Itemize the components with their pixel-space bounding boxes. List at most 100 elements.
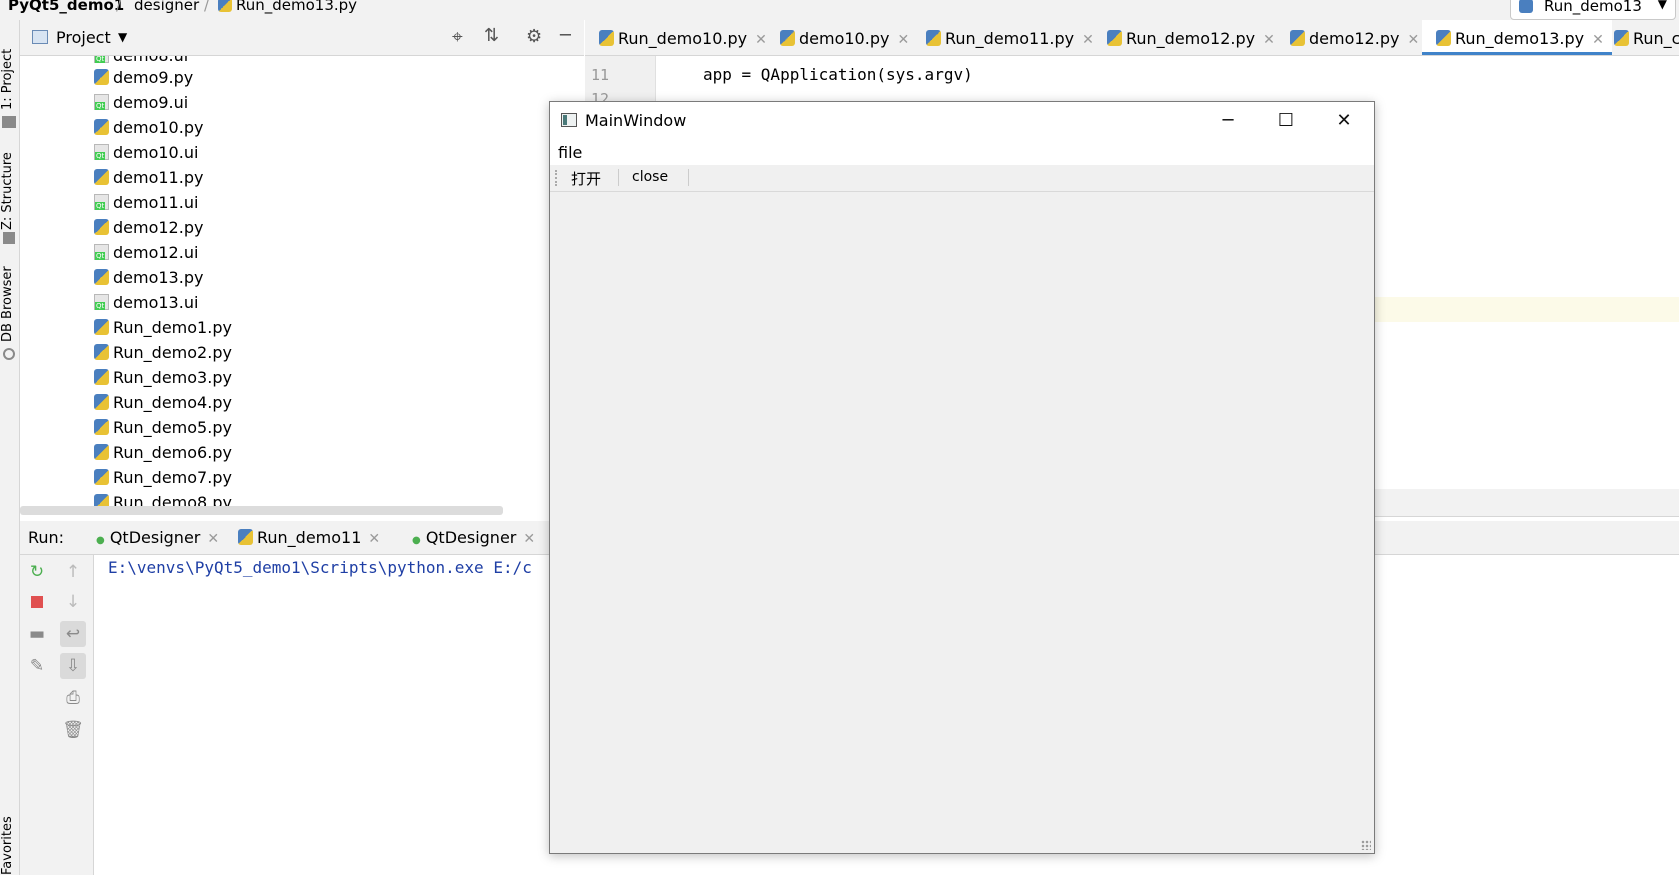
tool-window-project[interactable]: 1: Project bbox=[0, 49, 15, 110]
down-arrow-icon[interactable]: ↓ bbox=[60, 589, 86, 615]
soft-wrap-icon[interactable]: ↩ bbox=[60, 621, 86, 647]
qt-ui-file-icon bbox=[94, 144, 109, 160]
run-tab-qtdesigner[interactable]: ● QtDesigner ✕ bbox=[96, 528, 219, 547]
qt-ui-file-icon bbox=[94, 194, 109, 210]
python-file-icon bbox=[218, 0, 232, 12]
python-file-icon bbox=[1290, 30, 1305, 46]
locate-icon[interactable]: ⌖ bbox=[452, 26, 463, 48]
tree-item[interactable]: Run_demo1.py bbox=[94, 316, 232, 340]
project-panel-title[interactable]: Project bbox=[56, 28, 111, 47]
tree-item[interactable]: demo11.ui bbox=[94, 191, 198, 215]
qt-ui-file-icon bbox=[94, 56, 109, 63]
trash-icon[interactable]: 🗑 bbox=[60, 717, 86, 743]
close-icon[interactable]: ✕ bbox=[523, 531, 535, 547]
close-icon[interactable]: ✕ bbox=[1082, 32, 1094, 48]
minimize-button[interactable]: ─ bbox=[1199, 102, 1257, 139]
hide-icon[interactable]: ─ bbox=[560, 25, 571, 46]
breadcrumb-project[interactable]: PyQt5_demo1 bbox=[8, 0, 124, 14]
tab-demo10[interactable]: demo10.py ✕ bbox=[780, 20, 909, 55]
tree-item[interactable]: Run_demo5.py bbox=[94, 416, 232, 440]
folder-icon bbox=[2, 116, 16, 128]
close-icon[interactable]: ✕ bbox=[1263, 32, 1275, 48]
project-panel-header: Project ▼ ⌖ ⇅ ⚙ ─ bbox=[20, 20, 584, 56]
breadcrumb-folder[interactable]: designer bbox=[134, 0, 199, 14]
python-file-icon bbox=[238, 529, 253, 545]
collapse-all-icon[interactable]: ⇅ bbox=[484, 25, 499, 46]
tab-demo12[interactable]: demo12.py ✕ bbox=[1290, 20, 1419, 55]
print-icon[interactable]: ⎙ bbox=[60, 685, 86, 711]
breadcrumb-separator: / bbox=[204, 0, 210, 14]
toolbar-action-close[interactable]: close bbox=[632, 169, 668, 185]
tab-run-demo13[interactable]: Run_demo13.py ✕ bbox=[1422, 20, 1612, 55]
tree-item[interactable]: Run_demo4.py bbox=[94, 391, 232, 415]
close-icon[interactable]: ✕ bbox=[1592, 32, 1604, 48]
tab-run-c[interactable]: Run_c bbox=[1614, 20, 1679, 55]
toolbar-grip[interactable] bbox=[555, 170, 557, 186]
python-file-icon bbox=[926, 30, 941, 46]
tree-item[interactable]: demo12.ui bbox=[94, 241, 198, 265]
tree-item[interactable]: Run_demo3.py bbox=[94, 366, 232, 390]
project-tree: demo8.ui demo9.py demo9.ui demo10.py dem… bbox=[20, 56, 584, 515]
horizontal-scrollbar[interactable] bbox=[20, 506, 503, 515]
python-file-icon bbox=[94, 219, 109, 235]
python-run-icon bbox=[1519, 0, 1533, 13]
close-icon[interactable]: ✕ bbox=[897, 32, 909, 48]
toolbar-separator bbox=[618, 169, 619, 186]
run-tab-run-demo11[interactable]: Run_demo11 ✕ bbox=[238, 528, 380, 547]
tree-item[interactable]: demo13.py bbox=[94, 266, 203, 290]
maximize-button[interactable]: ☐ bbox=[1257, 102, 1315, 139]
tree-item[interactable]: demo11.py bbox=[94, 166, 203, 190]
code-line: app = QApplication(sys.argv) bbox=[703, 65, 973, 84]
toolbar-separator bbox=[688, 169, 689, 186]
layout-icon[interactable]: ▬ bbox=[24, 621, 50, 647]
breadcrumb-file[interactable]: Run_demo13.py bbox=[218, 0, 357, 14]
up-arrow-icon[interactable]: ↑ bbox=[60, 559, 86, 585]
close-icon[interactable]: ✕ bbox=[207, 531, 219, 547]
tree-item[interactable]: demo13.ui bbox=[94, 291, 198, 315]
python-file-icon bbox=[1107, 30, 1122, 46]
chevron-down-icon: ▼ bbox=[1657, 0, 1667, 11]
python-file-icon bbox=[94, 119, 109, 135]
qt-ui-file-icon bbox=[94, 244, 109, 260]
size-grip[interactable] bbox=[1361, 840, 1371, 850]
tab-run-demo10[interactable]: Run_demo10.py ✕ bbox=[599, 20, 767, 55]
python-file-icon bbox=[1436, 30, 1451, 46]
chevron-down-icon[interactable]: ▼ bbox=[118, 30, 127, 44]
tree-item[interactable]: demo10.py bbox=[94, 116, 203, 140]
close-button[interactable]: ✕ bbox=[1315, 102, 1373, 139]
python-file-icon bbox=[94, 169, 109, 185]
scroll-to-end-icon[interactable]: ⇩ bbox=[60, 653, 86, 679]
tree-item[interactable]: demo9.py bbox=[94, 66, 193, 90]
run-toolbar: ↻ ▬ ✎ ↑ ↓ ↩ ⇩ ⎙ 🗑 bbox=[20, 555, 94, 875]
run-config-dropdown[interactable]: Run_demo13 ▼ bbox=[1510, 0, 1676, 20]
tool-window-structure[interactable]: Z: Structure bbox=[0, 152, 15, 230]
window-toolbar: 打开 close bbox=[550, 165, 1374, 192]
menu-file[interactable]: file bbox=[558, 143, 582, 162]
tree-item[interactable]: demo9.ui bbox=[94, 91, 188, 115]
tool-window-favorites[interactable]: Favorites bbox=[0, 816, 15, 875]
tree-item[interactable]: Run_demo2.py bbox=[94, 341, 232, 365]
window-titlebar[interactable]: MainWindow ─ ☐ ✕ bbox=[550, 102, 1374, 139]
stop-icon[interactable] bbox=[24, 589, 50, 615]
main-window: MainWindow ─ ☐ ✕ file 打开 close bbox=[549, 101, 1375, 854]
window-icon bbox=[561, 113, 577, 127]
editor-tab-bar: Run_demo10.py ✕ demo10.py ✕ Run_demo11.py ✕… bbox=[585, 20, 1679, 56]
rerun-icon[interactable]: ↻ bbox=[24, 559, 50, 585]
tab-run-demo11[interactable]: Run_demo11.py ✕ bbox=[926, 20, 1094, 55]
python-file-icon bbox=[780, 30, 795, 46]
toolbar-action-open[interactable]: 打开 bbox=[571, 168, 601, 189]
tree-item[interactable]: demo10.ui bbox=[94, 141, 198, 165]
tree-item[interactable]: Run_demo6.py bbox=[94, 441, 232, 465]
tool-window-db-browser[interactable]: DB Browser bbox=[0, 266, 15, 342]
tree-item[interactable]: demo12.py bbox=[94, 216, 203, 240]
close-icon[interactable]: ✕ bbox=[755, 32, 767, 48]
pin-icon[interactable]: ✎ bbox=[24, 653, 50, 679]
gear-icon[interactable]: ⚙ bbox=[526, 26, 542, 47]
tab-run-demo12[interactable]: Run_demo12.py ✕ bbox=[1107, 20, 1275, 55]
tree-item[interactable]: Run_demo7.py bbox=[94, 466, 232, 490]
python-file-icon bbox=[94, 69, 109, 85]
run-label: Run: bbox=[28, 528, 65, 547]
close-icon[interactable]: ✕ bbox=[1407, 32, 1419, 48]
close-icon[interactable]: ✕ bbox=[368, 531, 380, 547]
run-tab-qtdesigner[interactable]: ● QtDesigner ✕ bbox=[412, 528, 535, 547]
